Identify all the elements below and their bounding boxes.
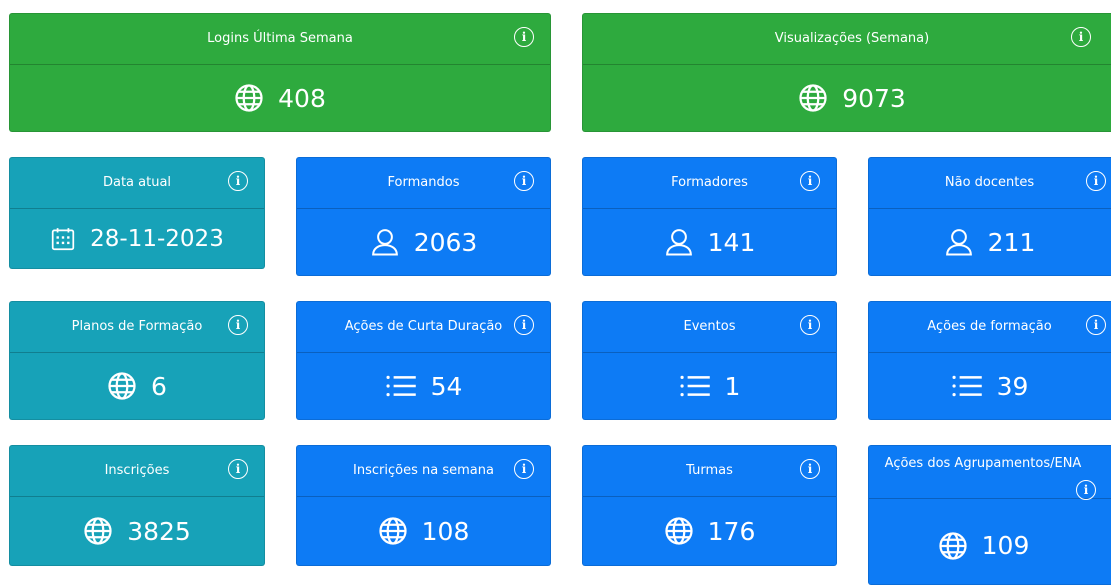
card-body: 211 bbox=[869, 209, 1111, 275]
card-body: 28-11-2023 bbox=[10, 209, 264, 268]
card-value: 211 bbox=[987, 227, 1036, 257]
card-header: Data atual bbox=[10, 158, 264, 209]
card-title: Eventos bbox=[683, 319, 736, 334]
card-header: Ações de Curta Duração bbox=[297, 302, 550, 353]
card-body: 1 bbox=[583, 353, 836, 419]
card-planos-formacao: Planos de Formação i 6 bbox=[9, 301, 265, 420]
globe-icon bbox=[378, 516, 408, 546]
info-icon[interactable]: i bbox=[800, 171, 820, 191]
card-value: 1 bbox=[724, 371, 741, 401]
list-icon bbox=[385, 373, 417, 399]
info-icon[interactable]: i bbox=[800, 459, 820, 479]
calendar-icon bbox=[50, 226, 76, 252]
info-icon[interactable]: i bbox=[1076, 480, 1096, 500]
card-header: Formadores bbox=[583, 158, 836, 209]
card-acoes-curta-duracao: Ações de Curta Duração i 54 bbox=[296, 301, 551, 420]
card-body: 39 bbox=[869, 353, 1111, 419]
card-header: Formandos bbox=[297, 158, 550, 209]
card-value: 408 bbox=[278, 83, 326, 113]
globe-icon bbox=[234, 83, 264, 113]
card-value: 141 bbox=[707, 227, 756, 257]
globe-icon bbox=[107, 371, 137, 401]
card-eventos: Eventos i 1 bbox=[582, 301, 837, 420]
card-body: 176 bbox=[583, 497, 836, 565]
card-title: Não docentes bbox=[944, 175, 1035, 190]
card-title: Visualizações (Semana) bbox=[774, 31, 930, 46]
info-icon[interactable]: i bbox=[514, 315, 534, 335]
globe-icon bbox=[938, 531, 968, 561]
user-icon bbox=[664, 227, 694, 257]
card-value: 9073 bbox=[842, 83, 906, 113]
info-icon[interactable]: i bbox=[514, 171, 534, 191]
info-icon[interactable]: i bbox=[800, 315, 820, 335]
card-header: Inscrições bbox=[10, 446, 264, 497]
card-header: Visualizações (Semana) bbox=[583, 14, 1111, 65]
card-title: Ações de formação bbox=[927, 319, 1052, 334]
card-header: Não docentes bbox=[869, 158, 1111, 209]
card-body: 408 bbox=[10, 65, 550, 131]
card-logins-semana: Logins Última Semana i 408 bbox=[9, 13, 551, 132]
card-value: 6 bbox=[151, 371, 167, 401]
user-icon bbox=[370, 227, 400, 257]
card-inscricoes-semana: Inscrições na semana i 108 bbox=[296, 445, 551, 566]
card-title: Ações dos Agrupamentos/ENA bbox=[884, 456, 1082, 471]
card-body: 54 bbox=[297, 353, 550, 419]
info-icon[interactable]: i bbox=[514, 27, 534, 47]
card-header: Ações de formação bbox=[869, 302, 1111, 353]
list-icon bbox=[951, 373, 983, 399]
card-body: 6 bbox=[10, 353, 264, 419]
card-body: 109 bbox=[869, 499, 1111, 584]
card-body: 2063 bbox=[297, 209, 550, 275]
card-title: Logins Última Semana bbox=[207, 31, 353, 46]
card-body: 108 bbox=[297, 497, 550, 565]
card-header: Planos de Formação bbox=[10, 302, 264, 353]
card-title: Data atual bbox=[102, 175, 172, 190]
card-acoes-agrupamentos-ena: Ações dos Agrupamentos/ENA i 109 bbox=[868, 445, 1111, 585]
globe-icon bbox=[83, 516, 113, 546]
card-formandos: Formandos i 2063 bbox=[296, 157, 551, 276]
info-icon[interactable]: i bbox=[228, 315, 248, 335]
card-value: 54 bbox=[430, 371, 463, 401]
globe-icon bbox=[798, 83, 828, 113]
card-title: Planos de Formação bbox=[71, 319, 203, 334]
card-value: 2063 bbox=[413, 227, 478, 257]
info-icon[interactable]: i bbox=[514, 459, 534, 479]
info-icon[interactable]: i bbox=[1086, 171, 1106, 191]
card-turmas: Turmas i 176 bbox=[582, 445, 837, 566]
card-header: Eventos bbox=[583, 302, 836, 353]
card-formadores: Formadores i 141 bbox=[582, 157, 837, 276]
globe-icon bbox=[664, 516, 694, 546]
card-title: Turmas bbox=[686, 463, 733, 478]
card-title: Formadores bbox=[671, 175, 748, 190]
card-value: 108 bbox=[421, 516, 470, 546]
card-value: 109 bbox=[981, 531, 1030, 560]
card-data-atual: Data atual i 28-11-2023 bbox=[9, 157, 265, 269]
card-value: 39 bbox=[996, 371, 1029, 401]
card-title: Ações de Curta Duração bbox=[344, 319, 503, 334]
card-value: 176 bbox=[707, 516, 756, 546]
card-header: Inscrições na semana bbox=[297, 446, 550, 497]
user-icon bbox=[944, 227, 974, 257]
info-icon[interactable]: i bbox=[228, 171, 248, 191]
card-header: Turmas bbox=[583, 446, 836, 497]
card-acoes-formacao: Ações de formação i 39 bbox=[868, 301, 1111, 420]
card-title: Formandos bbox=[387, 175, 460, 190]
card-header: Logins Última Semana bbox=[10, 14, 550, 65]
card-visualizacoes-semana: Visualizações (Semana) i 9073 bbox=[582, 13, 1111, 132]
card-value: 28-11-2023 bbox=[90, 225, 224, 252]
info-icon[interactable]: i bbox=[1086, 315, 1106, 335]
info-icon[interactable]: i bbox=[1071, 27, 1091, 47]
card-value: 3825 bbox=[127, 516, 191, 546]
card-body: 9073 bbox=[583, 65, 1111, 131]
card-body: 3825 bbox=[10, 497, 264, 565]
info-icon[interactable]: i bbox=[228, 459, 248, 479]
card-inscricoes: Inscrições i 3825 bbox=[9, 445, 265, 566]
list-icon bbox=[679, 373, 711, 399]
card-body: 141 bbox=[583, 209, 836, 275]
card-title: Inscrições na semana bbox=[353, 463, 494, 478]
card-header: Ações dos Agrupamentos/ENA bbox=[869, 446, 1111, 499]
card-title: Inscrições bbox=[104, 463, 170, 478]
card-nao-docentes: Não docentes i 211 bbox=[868, 157, 1111, 276]
